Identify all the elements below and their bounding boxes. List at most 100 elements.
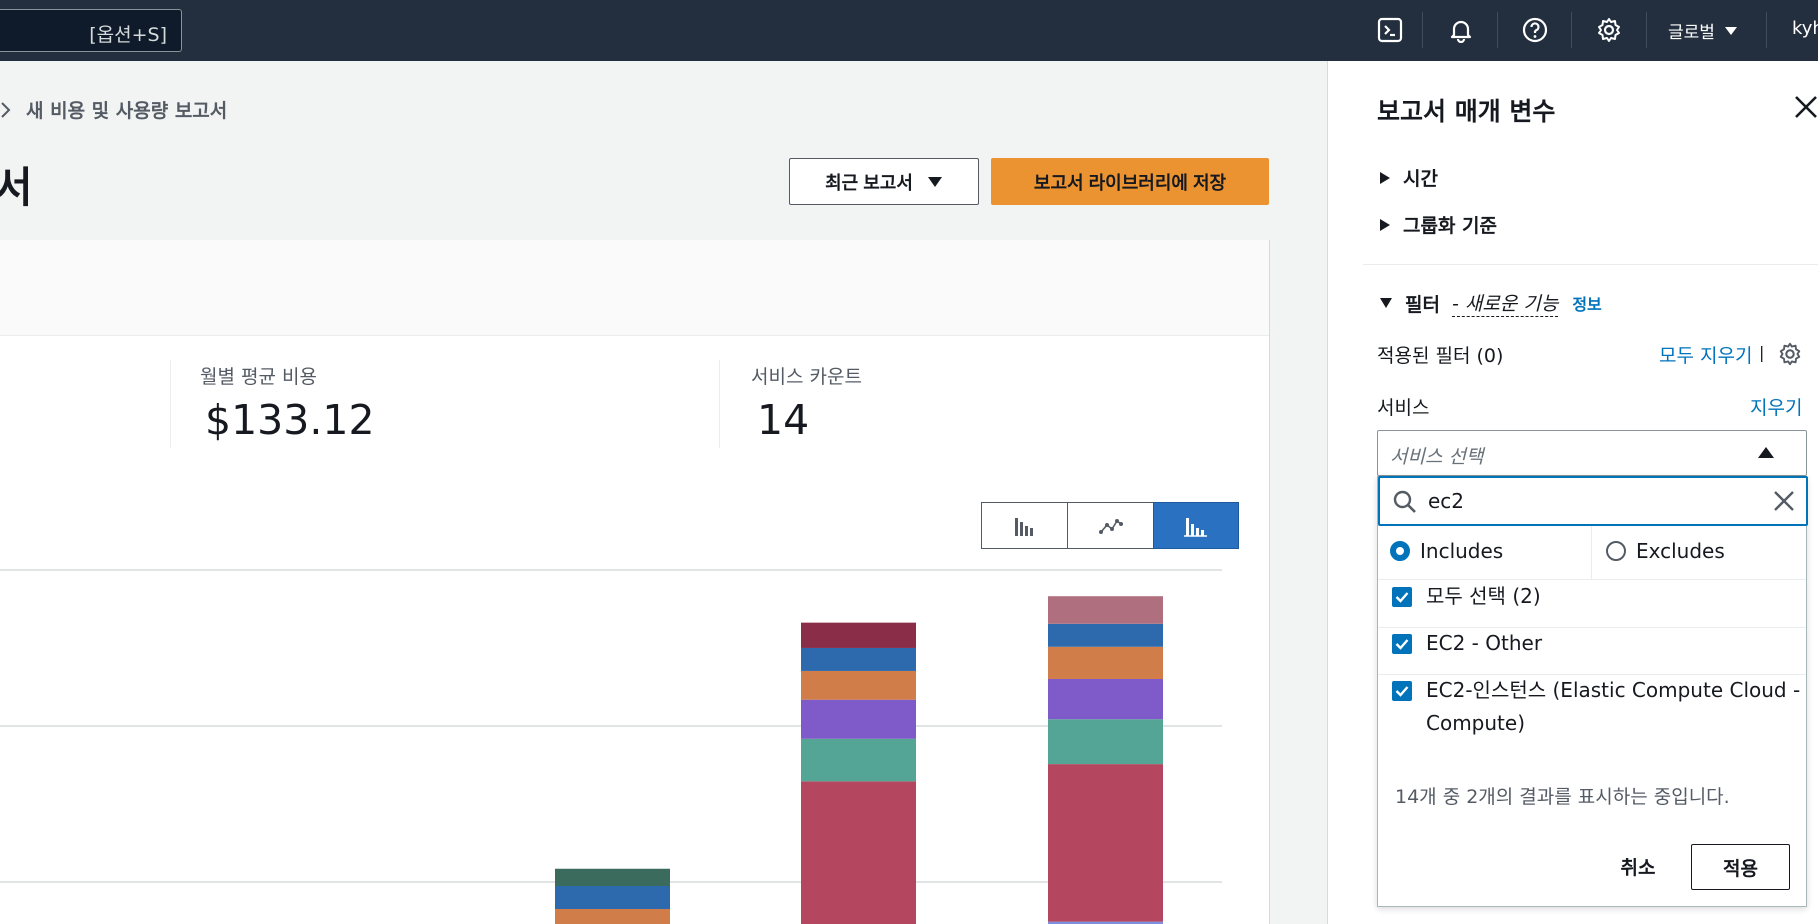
stat-separator [719, 360, 720, 448]
user-menu[interactable]: kyh [1792, 18, 1818, 39]
option-label-line2: Compute) [1426, 711, 1526, 735]
includes-label: Includes [1420, 539, 1504, 563]
section-filter[interactable]: 필터 - 새로운 기능 정보 [1379, 289, 1602, 317]
bar-0-segment-0[interactable] [555, 909, 670, 924]
new-feature-label: - 새로운 기능 [1451, 289, 1559, 317]
nav-separator [1422, 12, 1423, 48]
radio-unselected-icon [1606, 541, 1626, 561]
caret-down-icon [927, 176, 942, 187]
caret-up-icon [1758, 447, 1774, 458]
search-icon [1393, 490, 1416, 513]
nav-separator [1766, 12, 1767, 48]
nav-separator [1497, 12, 1498, 48]
cloudshell-icon[interactable] [1372, 12, 1408, 48]
service-placeholder: 서비스 선택 [1390, 446, 1484, 468]
service-count-value: 14 [757, 396, 810, 444]
include-exclude-toggle: Includes Excludes [1378, 526, 1806, 580]
close-icon [1795, 96, 1817, 118]
panel-title: 보고서 매개 변수 [1377, 97, 1556, 126]
filter-settings-button[interactable] [1777, 341, 1803, 371]
search-value: ec2 [1428, 489, 1465, 513]
option-label: EC2 - Other [1426, 631, 1543, 655]
stacked-bar-chart-toggle[interactable] [1153, 502, 1239, 549]
bar-1-segment-4[interactable] [801, 670, 916, 700]
caret-down-icon [1380, 298, 1392, 308]
link-separator: | [1759, 343, 1765, 362]
service-search-input[interactable]: ec2 [1378, 476, 1808, 526]
top-navigation: [옵션+S] 글로벌 kyh [0, 0, 1818, 61]
info-link[interactable]: 정보 [1572, 291, 1601, 315]
service-select[interactable]: 서비스 선택 [1377, 430, 1807, 476]
global-search-input[interactable]: [옵션+S] [0, 9, 182, 52]
section-group-by-label: 그룹화 기준 [1403, 215, 1498, 237]
radio-separator [1591, 526, 1592, 580]
service-label: 서비스 [1377, 397, 1430, 419]
bar-1-segment-6[interactable] [801, 622, 916, 648]
cancel-button[interactable]: 취소 [1603, 846, 1673, 886]
option-ec2-instances[interactable]: EC2-인스턴스 (Elastic Compute Cloud - Comput… [1392, 674, 1800, 740]
breadcrumb: 새 비용 및 사용량 보고서 [0, 96, 227, 123]
recent-reports-label: 최근 보고서 [825, 172, 913, 193]
clear-all-link[interactable]: 모두 지우기 [1659, 341, 1752, 368]
save-to-library-button[interactable]: 보고서 라이브러리에 저장 [991, 158, 1269, 205]
bar-chart-toggle[interactable] [981, 502, 1068, 549]
bell-icon[interactable] [1443, 12, 1479, 48]
monthly-avg-value: $133.12 [205, 396, 375, 444]
bar-2-segment-1[interactable] [1048, 764, 1163, 922]
bar-0-segment-1[interactable] [555, 886, 670, 909]
section-divider [1363, 264, 1818, 265]
help-icon[interactable] [1517, 12, 1553, 48]
section-group-by[interactable]: 그룹화 기준 [1379, 211, 1497, 238]
bar-2-segment-5[interactable] [1048, 623, 1163, 647]
stat-separator [170, 360, 171, 448]
service-clear-link[interactable]: 지우기 [1750, 393, 1802, 420]
clear-search-icon[interactable] [1772, 489, 1796, 513]
bar-2-segment-3[interactable] [1048, 679, 1163, 720]
service-count-label: 서비스 카운트 [751, 366, 862, 388]
checkbox-checked-icon [1392, 587, 1412, 607]
stacked-bar-chart [0, 569, 1222, 924]
card-header [0, 240, 1269, 336]
breadcrumb-current: 새 비용 및 사용량 보고서 [26, 100, 228, 122]
caret-right-icon [1380, 171, 1390, 184]
region-label: 글로벌 [1668, 23, 1715, 43]
bar-1-segment-1[interactable] [801, 781, 916, 924]
results-count: 14개 중 2개의 결과를 표시하는 중입니다. [1395, 786, 1730, 808]
bar-2-segment-6[interactable] [1048, 596, 1163, 624]
checkbox-checked-icon [1392, 634, 1412, 654]
chevron-right-icon [1, 101, 11, 118]
region-selector[interactable]: 글로벌 [1668, 18, 1738, 43]
bar-1-segment-3[interactable] [801, 699, 916, 739]
bar-1-segment-5[interactable] [801, 647, 916, 671]
caret-down-icon [1724, 26, 1737, 35]
bar-2-segment-2[interactable] [1048, 719, 1163, 765]
filter-label: 필터 [1405, 293, 1440, 316]
monthly-avg-label: 월별 평균 비용 [200, 366, 317, 388]
line-chart-icon [1098, 518, 1123, 534]
includes-radio[interactable]: Includes [1390, 539, 1503, 563]
apply-button[interactable]: 적용 [1691, 844, 1790, 890]
close-panel-button[interactable] [1792, 93, 1818, 121]
stacked-bar-chart-icon [1184, 517, 1207, 537]
recent-reports-button[interactable]: 최근 보고서 [789, 158, 979, 205]
bar-1-segment-2[interactable] [801, 738, 916, 782]
option-label: 모두 선택 (2) [1426, 584, 1541, 608]
bar-2-segment-4[interactable] [1048, 646, 1163, 679]
section-time[interactable]: 시간 [1379, 164, 1438, 191]
nav-separator [1571, 12, 1572, 48]
line-chart-toggle[interactable] [1067, 502, 1154, 549]
excludes-label: Excludes [1636, 539, 1725, 563]
nav-separator [1646, 12, 1647, 48]
search-shortcut-hint: [옵션+S] [89, 24, 167, 46]
checkbox-checked-icon [1392, 681, 1412, 701]
option-label-line1: EC2-인스턴스 (Elastic Compute Cloud - [1426, 678, 1801, 702]
option-ec2-other[interactable]: EC2 - Other [1392, 627, 1542, 660]
option-select-all[interactable]: 모두 선택 (2) [1392, 580, 1541, 613]
excludes-radio[interactable]: Excludes [1606, 539, 1725, 563]
section-time-label: 시간 [1403, 168, 1438, 190]
bar-chart-icon [1014, 517, 1033, 536]
radio-selected-icon [1390, 541, 1410, 561]
page-title: 서 [0, 163, 33, 212]
settings-icon[interactable] [1591, 12, 1627, 48]
bar-0-segment-2[interactable] [555, 868, 670, 886]
